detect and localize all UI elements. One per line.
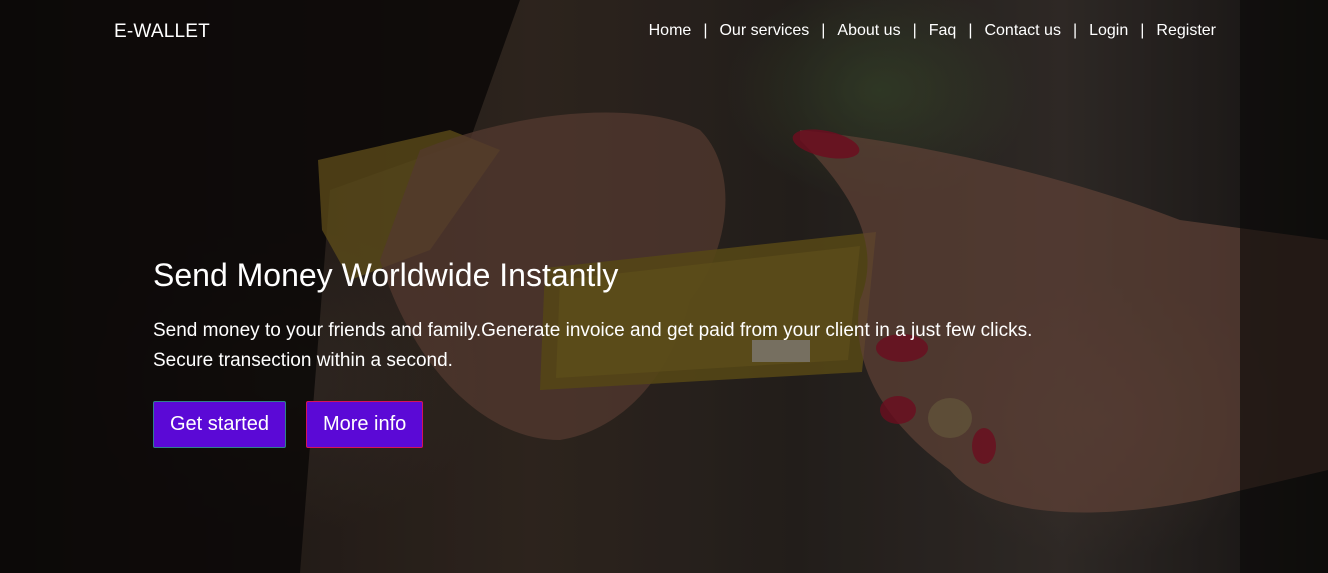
nav-login[interactable]: Login — [1089, 22, 1128, 40]
hero-description-line-2: Secure transection within a second. — [153, 350, 453, 371]
nav-home[interactable]: Home — [649, 22, 692, 40]
hero-description-line-1: Send money to your friends and family.Ge… — [153, 320, 1033, 341]
hero-description: Send money to your friends and family.Ge… — [153, 316, 1153, 376]
navbar: E-WALLET Home | Our services | About us … — [0, 0, 1328, 64]
nav-faq[interactable]: Faq — [929, 22, 957, 40]
nav-links: Home | Our services | About us | Faq | C… — [649, 22, 1216, 40]
more-info-button[interactable]: More info — [305, 401, 424, 448]
nav-separator: | — [703, 22, 708, 39]
hero-title: Send Money Worldwide Instantly — [153, 257, 619, 293]
hero-section: E-WALLET Home | Our services | About us … — [0, 0, 1328, 573]
nav-contact-us[interactable]: Contact us — [984, 22, 1060, 40]
brand-logo[interactable]: E-WALLET — [114, 21, 210, 43]
hero-buttons: Get started More info — [153, 401, 1153, 448]
nav-register[interactable]: Register — [1156, 22, 1216, 40]
get-started-button[interactable]: Get started — [153, 401, 286, 448]
nav-about-us[interactable]: About us — [837, 22, 900, 40]
nav-separator: | — [1072, 22, 1078, 39]
nav-separator: | — [1140, 22, 1145, 39]
nav-our-services[interactable]: Our services — [719, 22, 809, 40]
nav-separator: | — [968, 22, 973, 39]
nav-separator: | — [821, 22, 826, 39]
nav-separator: | — [912, 22, 917, 39]
hero-content: Send Money Worldwide Instantly Send mone… — [153, 256, 1153, 448]
